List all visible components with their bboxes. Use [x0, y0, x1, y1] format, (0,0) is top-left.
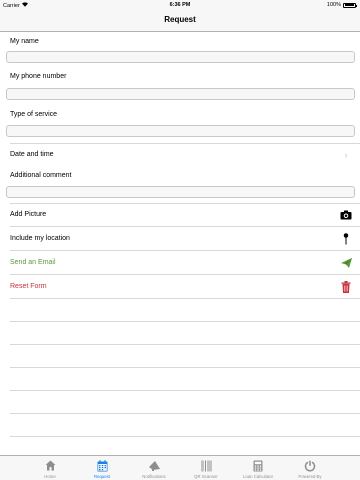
location-pin-icon[interactable]: [340, 233, 352, 245]
tab-loan-calculator[interactable]: Loan Calculator: [232, 456, 284, 480]
paper-plane-icon[interactable]: [340, 257, 352, 269]
reset-form-label: Reset Form: [10, 283, 47, 290]
add-picture-label: Add Picture: [10, 211, 47, 218]
status-bar: Carrier 6:36 PM 100%: [0, 0, 360, 10]
calendar-icon: [96, 459, 109, 472]
empty-row-separator: [10, 344, 360, 345]
tab-label: Request: [93, 474, 110, 479]
reset-form-row[interactable]: Reset Form: [10, 275, 360, 299]
name-field[interactable]: [6, 51, 355, 63]
tab-label: Powered By: [298, 474, 322, 479]
add-picture-row[interactable]: Add Picture: [10, 203, 360, 227]
comment-field[interactable]: [6, 186, 355, 198]
tab-bar: Home Request Notifications QR Scanner Lo…: [0, 455, 360, 480]
service-label: Type of service: [10, 111, 58, 118]
service-field[interactable]: [6, 125, 355, 137]
battery-percent: 100%: [326, 2, 341, 8]
send-email-row[interactable]: Send an Email: [10, 251, 360, 275]
empty-row-separator: [10, 367, 360, 368]
tab-qr-scanner[interactable]: QR Scanner: [180, 456, 232, 480]
battery-status: 100%: [326, 2, 357, 8]
trash-icon[interactable]: [340, 281, 352, 293]
datetime-label: Date and time: [10, 151, 54, 158]
megaphone-icon: [148, 459, 161, 472]
empty-row-separator: [10, 413, 360, 414]
tab-label: Loan Calculator: [242, 474, 274, 479]
battery-icon: [343, 2, 357, 8]
tab-request[interactable]: Request: [76, 456, 128, 480]
power-icon: [304, 459, 317, 472]
tab-label: Notifications: [142, 474, 166, 479]
location-label: Include my location: [10, 235, 70, 242]
tab-label: Home: [44, 474, 56, 479]
datetime-row[interactable]: Date and time ›: [10, 143, 360, 167]
tab-label: QR Scanner: [194, 474, 218, 479]
calculator-icon: [252, 459, 265, 472]
phone-field[interactable]: [6, 88, 355, 100]
navigation-bar: Request: [0, 10, 360, 32]
empty-row-separator: [10, 436, 360, 437]
barcode-icon: [200, 459, 213, 472]
status-time: 6:36 PM: [169, 2, 191, 8]
phone-label: My phone number: [10, 73, 67, 80]
tab-home[interactable]: Home: [24, 456, 76, 480]
camera-icon[interactable]: [340, 209, 352, 221]
comment-label: Additional comment: [10, 172, 72, 179]
empty-row-separator: [10, 390, 360, 391]
chevron-right-icon: ›: [344, 150, 348, 160]
send-email-label: Send an Email: [10, 259, 56, 266]
location-row[interactable]: Include my location: [10, 227, 360, 251]
tab-notifications[interactable]: Notifications: [128, 456, 180, 480]
home-icon: [44, 459, 57, 472]
name-label: My name: [10, 38, 39, 45]
tab-powered-by[interactable]: Powered By: [284, 456, 336, 480]
page-title: Request: [164, 15, 196, 24]
empty-row-separator: [10, 321, 360, 322]
